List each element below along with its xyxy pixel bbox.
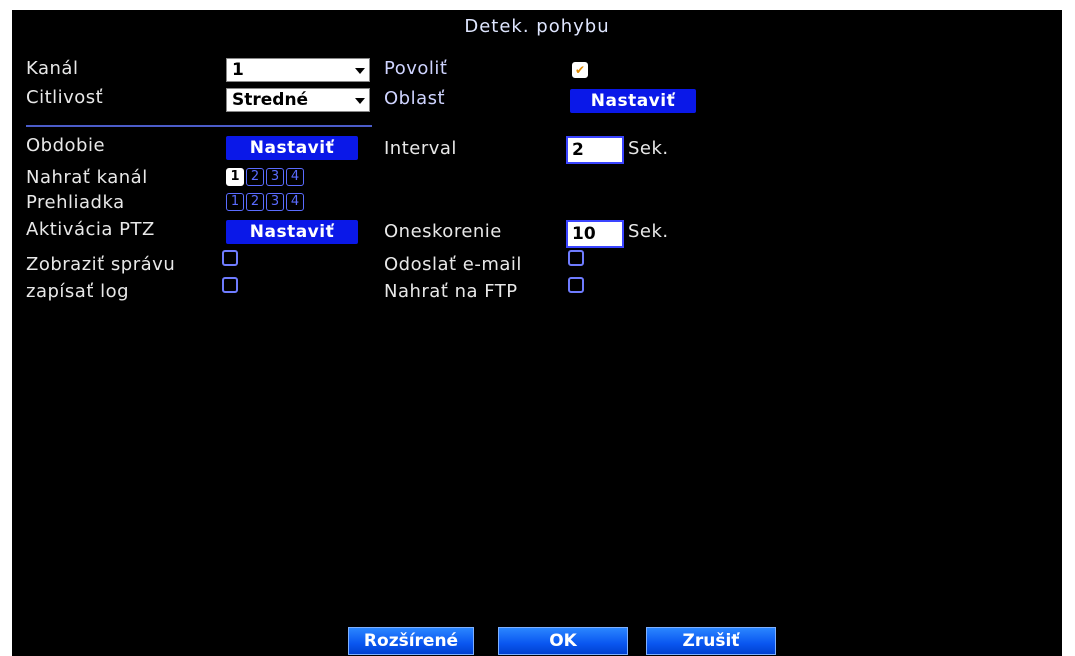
sensitivity-label: Citlivosť bbox=[26, 87, 104, 108]
tour-channel-3[interactable]: 3 bbox=[266, 193, 284, 211]
write-log-checkbox[interactable] bbox=[222, 277, 238, 293]
channel-select[interactable]: 1 bbox=[226, 58, 370, 82]
interval-unit: Sek. bbox=[628, 138, 669, 159]
chevron-down-icon bbox=[355, 68, 365, 74]
period-set-button[interactable]: Nastaviť bbox=[226, 136, 358, 160]
send-email-label: Odoslať e-mail bbox=[384, 254, 522, 275]
cancel-button[interactable]: Zrušiť bbox=[646, 627, 776, 655]
area-set-button[interactable]: Nastaviť bbox=[570, 89, 696, 113]
period-label: Obdobie bbox=[26, 135, 106, 156]
tour-channel-4[interactable]: 4 bbox=[286, 193, 304, 211]
record-channel-group: 1 2 3 4 bbox=[226, 168, 304, 186]
dialog-title: Detek. pohybu bbox=[464, 16, 610, 37]
record-channel-label: Nahrať kanál bbox=[26, 167, 148, 188]
interval-input[interactable]: 2 bbox=[566, 136, 624, 164]
chevron-down-icon bbox=[355, 98, 365, 104]
delay-input[interactable]: 10 bbox=[566, 220, 624, 248]
dialog: Detek. pohybu Kanál 1 Povoliť ✔ Citlivos… bbox=[12, 10, 1062, 656]
record-channel-1[interactable]: 1 bbox=[226, 168, 244, 186]
tour-label: Prehliadka bbox=[26, 192, 125, 213]
show-message-label: Zobraziť správu bbox=[26, 254, 176, 275]
record-channel-4[interactable]: 4 bbox=[286, 168, 304, 186]
interval-label: Interval bbox=[384, 138, 457, 159]
sensitivity-select[interactable]: Stredné bbox=[226, 88, 370, 112]
ptz-set-button[interactable]: Nastaviť bbox=[226, 220, 358, 244]
delay-label: Oneskorenie bbox=[384, 221, 502, 242]
channel-label: Kanál bbox=[26, 58, 79, 79]
record-channel-3[interactable]: 3 bbox=[266, 168, 284, 186]
advanced-button[interactable]: Rozšírené bbox=[348, 627, 474, 655]
delay-unit: Sek. bbox=[628, 221, 669, 242]
enable-checkbox[interactable]: ✔ bbox=[572, 62, 588, 78]
divider bbox=[26, 125, 372, 127]
tour-channel-1[interactable]: 1 bbox=[226, 193, 244, 211]
tour-channel-2[interactable]: 2 bbox=[246, 193, 264, 211]
ptz-activation-label: Aktivácia PTZ bbox=[26, 219, 155, 240]
tour-channel-group: 1 2 3 4 bbox=[226, 193, 304, 211]
show-message-checkbox[interactable] bbox=[222, 250, 238, 266]
ok-button[interactable]: OK bbox=[498, 627, 628, 655]
write-log-label: zapísať log bbox=[26, 281, 130, 302]
record-channel-2[interactable]: 2 bbox=[246, 168, 264, 186]
enable-label: Povoliť bbox=[384, 58, 448, 79]
channel-select-value: 1 bbox=[232, 60, 244, 80]
area-label: Oblasť bbox=[384, 88, 446, 109]
send-email-checkbox[interactable] bbox=[568, 250, 584, 266]
ftp-upload-label: Nahrať na FTP bbox=[384, 281, 518, 302]
ftp-upload-checkbox[interactable] bbox=[568, 277, 584, 293]
sensitivity-select-value: Stredné bbox=[232, 90, 309, 110]
